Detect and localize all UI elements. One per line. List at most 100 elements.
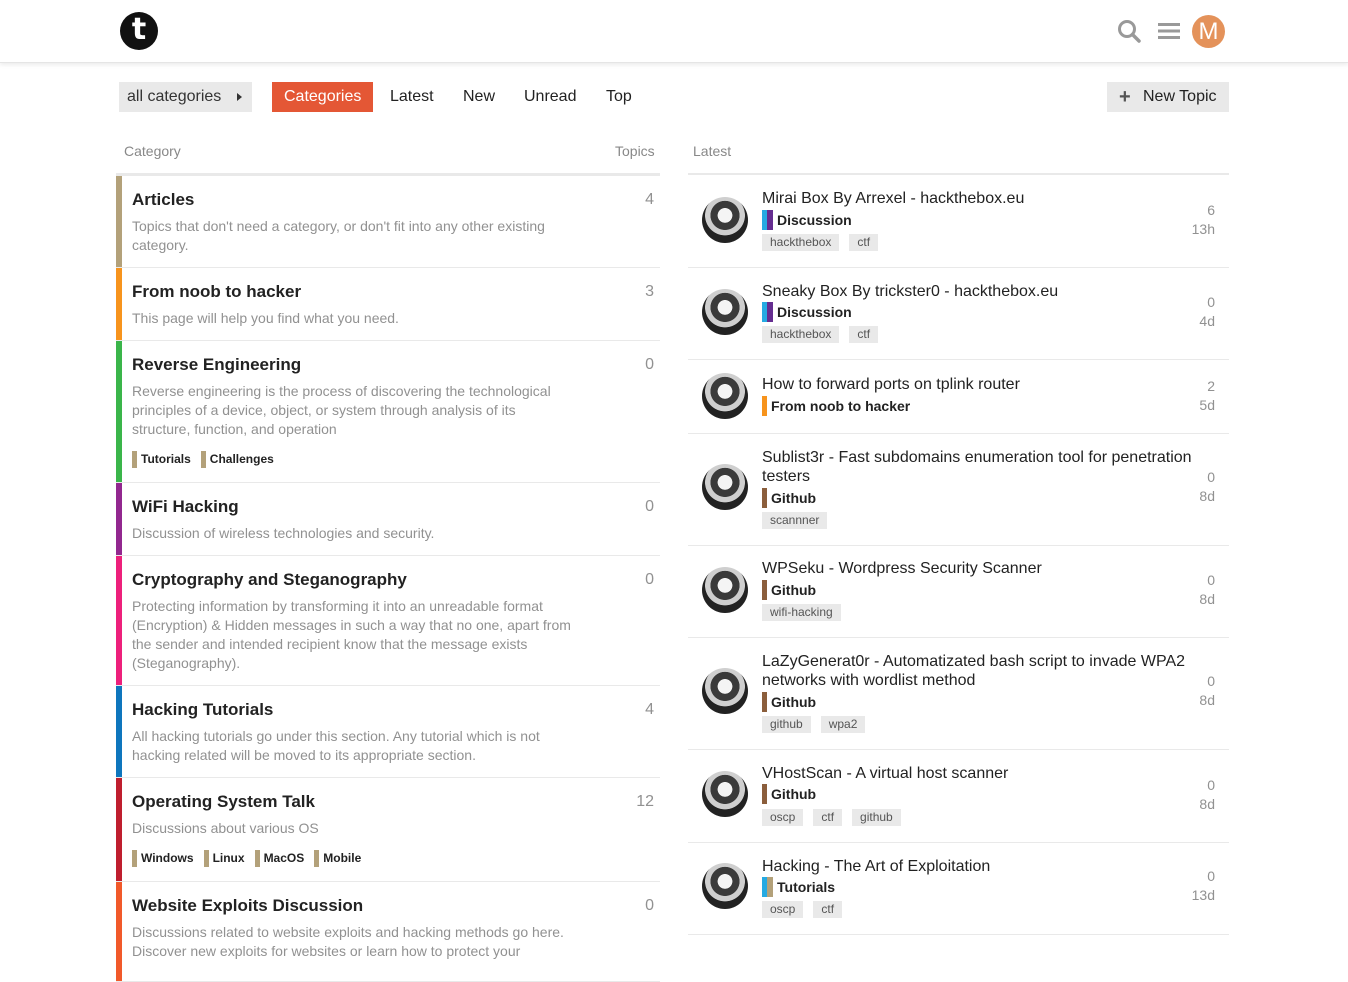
reply-count: 0 [1207, 673, 1215, 689]
category-color-bar [116, 176, 122, 267]
topic-category-badge[interactable]: Github [762, 784, 816, 804]
topic-row[interactable]: Sublist3r - Fast subdomains enumeration … [688, 434, 1229, 546]
category-description: Protecting information by transforming i… [132, 598, 571, 671]
topic-row[interactable]: VHostScan - A virtual host scanner Github… [688, 750, 1229, 843]
topic-tag[interactable]: wifi-hacking [762, 604, 841, 621]
topic-category-badge[interactable]: Discussion [762, 302, 852, 322]
topic-tag[interactable]: oscp [762, 809, 804, 826]
topic-row[interactable]: Hacking - The Art of Exploitation Tutoria… [688, 843, 1229, 935]
poster-avatar[interactable] [702, 289, 748, 335]
category-row[interactable]: WiFi Hacking Discussion of wireless techn… [116, 483, 660, 556]
topic-title[interactable]: Sublist3r - Fast subdomains enumeration … [762, 448, 1202, 486]
topic-category-badge[interactable]: Tutorials [762, 877, 835, 897]
new-topic-label: New Topic [1143, 88, 1217, 105]
category-name[interactable]: Website Exploits Discussion [132, 896, 363, 916]
topic-tag[interactable]: github [762, 716, 811, 733]
topic-title[interactable]: LaZyGenerat0r - Automatizated bash scrip… [762, 652, 1202, 690]
category-name[interactable]: Reverse Engineering [132, 355, 301, 375]
category-row[interactable]: From noob to hacker This page will help y… [116, 268, 660, 341]
new-topic-button[interactable]: + New Topic [1107, 82, 1229, 112]
tab-top[interactable]: Top [594, 82, 644, 112]
topic-tag[interactable]: hackthebox [762, 234, 840, 251]
topic-row[interactable]: WPSeku - Wordpress Security Scanner Githu… [688, 546, 1229, 638]
category-row[interactable]: Hacking Tutorials All hacking tutorials g… [116, 686, 660, 778]
category-row[interactable]: Cryptography and Steganography Protecting… [116, 556, 660, 686]
topic-age[interactable]: 13h [1192, 220, 1215, 239]
tab-latest[interactable]: Latest [378, 82, 446, 112]
topic-age[interactable]: 5d [1199, 396, 1215, 415]
poster-avatar[interactable] [702, 197, 748, 243]
category-name[interactable]: Operating System Talk [132, 792, 315, 812]
poster-avatar[interactable] [702, 464, 748, 510]
user-avatar[interactable]: M [1192, 15, 1225, 48]
category-row[interactable]: Reverse Engineering Reverse engineering i… [116, 341, 660, 483]
topic-category-badge[interactable]: From noob to hacker [762, 396, 910, 416]
tab-unread[interactable]: Unread [512, 82, 588, 112]
topic-tag[interactable]: scannner [762, 512, 828, 529]
topic-stats: 0 8d [1199, 468, 1215, 506]
topic-age[interactable]: 8d [1199, 590, 1215, 609]
topic-stats: 2 5d [1199, 377, 1215, 415]
topic-row[interactable]: Mirai Box By Arrexel - hackthebox.eu Disc… [688, 176, 1229, 268]
topic-tag[interactable]: wpa2 [820, 716, 866, 733]
topic-age[interactable]: 8d [1199, 487, 1215, 506]
subcategory-link[interactable]: Linux [203, 850, 245, 867]
category-dropdown[interactable]: all categories [119, 82, 252, 112]
topic-title[interactable]: VHostScan - A virtual host scanner [762, 764, 1202, 783]
category-name[interactable]: Articles [132, 190, 194, 210]
poster-avatar[interactable] [702, 373, 748, 419]
poster-avatar[interactable] [702, 668, 748, 714]
category-description: Reverse engineering is the process of di… [132, 383, 551, 437]
topic-tag[interactable]: hackthebox [762, 326, 840, 343]
latest-list-divider [688, 173, 1229, 175]
topic-row[interactable]: LaZyGenerat0r - Automatizated bash scrip… [688, 638, 1229, 750]
category-name[interactable]: Hacking Tutorials [132, 700, 273, 720]
tab-categories[interactable]: Categories [272, 82, 374, 112]
search-icon[interactable] [1116, 18, 1142, 44]
subcategory-link[interactable]: Tutorials [132, 451, 191, 468]
poster-avatar[interactable] [702, 863, 748, 909]
subcategory-link[interactable]: Windows [132, 850, 194, 867]
topic-category-name: Discussion [777, 212, 852, 228]
tab-new[interactable]: New [451, 82, 507, 112]
category-name[interactable]: Cryptography and Steganography [132, 570, 407, 590]
topic-category-badge[interactable]: Github [762, 488, 816, 508]
topic-title[interactable]: Hacking - The Art of Exploitation [762, 857, 1202, 876]
topic-age[interactable]: 8d [1199, 795, 1215, 814]
topic-row[interactable]: Sneaky Box By trickster0 - hackthebox.eu… [688, 268, 1229, 360]
topic-category-badge[interactable]: Github [762, 580, 816, 600]
subcategory-link[interactable]: Mobile [314, 850, 361, 867]
topic-tag[interactable]: oscp [762, 901, 804, 918]
topic-tag[interactable]: ctf [849, 234, 879, 251]
category-name[interactable]: WiFi Hacking [132, 497, 239, 517]
topic-tag[interactable]: ctf [813, 809, 843, 826]
site-logo[interactable]: t [120, 12, 158, 50]
topic-age[interactable]: 8d [1199, 691, 1215, 710]
topic-category-badge[interactable]: Github [762, 692, 816, 712]
topic-title[interactable]: WPSeku - Wordpress Security Scanner [762, 559, 1202, 578]
category-row[interactable]: Articles Topics that don't need a categor… [116, 176, 660, 268]
topic-title[interactable]: Sneaky Box By trickster0 - hackthebox.eu [762, 282, 1202, 301]
category-description: Discussions about various OS [132, 820, 319, 836]
category-color-bar [116, 268, 122, 340]
topic-category-badge[interactable]: Discussion [762, 210, 852, 230]
topic-title[interactable]: Mirai Box By Arrexel - hackthebox.eu [762, 189, 1202, 208]
hamburger-icon[interactable] [1156, 18, 1182, 44]
topic-tag[interactable]: github [852, 809, 901, 826]
tag-list: oscp ctf github [762, 809, 911, 826]
topic-title[interactable]: How to forward ports on tplink router [762, 375, 1202, 394]
category-row[interactable]: Operating System Talk Discussions about v… [116, 778, 660, 882]
topic-tag[interactable]: ctf [813, 901, 843, 918]
category-name[interactable]: From noob to hacker [132, 282, 301, 302]
topic-row[interactable]: How to forward ports on tplink router Fro… [688, 360, 1229, 434]
topic-age[interactable]: 13d [1192, 886, 1215, 905]
topic-age[interactable]: 4d [1199, 312, 1215, 331]
poster-avatar[interactable] [702, 567, 748, 613]
poster-avatar[interactable] [702, 771, 748, 817]
topic-category-name: Discussion [777, 304, 852, 320]
category-row[interactable]: Website Exploits Discussion Discussions r… [116, 882, 660, 982]
tag-list: github wpa2 [762, 716, 875, 733]
subcategory-link[interactable]: Challenges [200, 451, 274, 468]
subcategory-link[interactable]: MacOS [254, 850, 304, 867]
topic-tag[interactable]: ctf [849, 326, 879, 343]
